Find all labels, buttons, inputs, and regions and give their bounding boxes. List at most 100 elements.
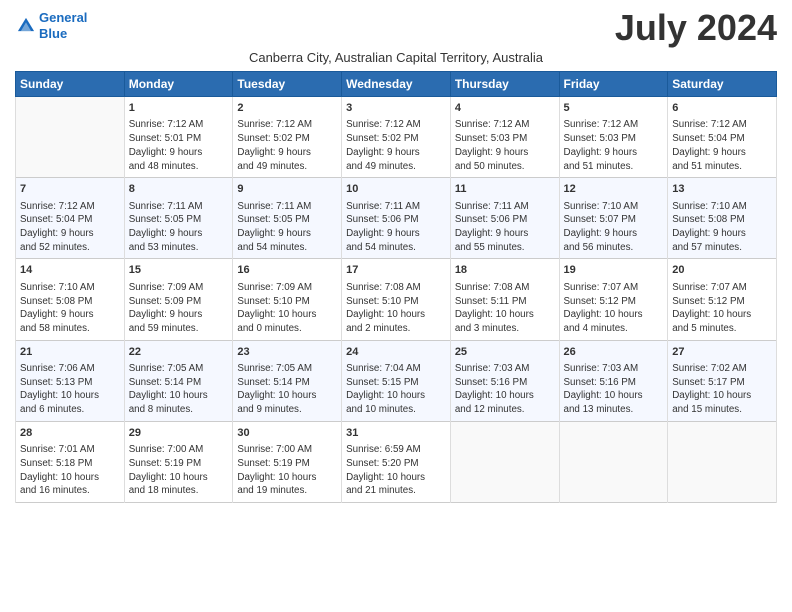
header-day-tuesday: Tuesday bbox=[233, 72, 342, 97]
week-row-3: 14 Sunrise: 7:10 AMSunset: 5:08 PMDayligh… bbox=[16, 259, 777, 340]
calendar-cell bbox=[559, 421, 668, 502]
logo-line1: General bbox=[39, 10, 87, 25]
day-number: 4 bbox=[455, 101, 555, 116]
day-info: Sunrise: 7:10 AMSunset: 5:08 PMDaylight:… bbox=[20, 281, 120, 336]
header-day-sunday: Sunday bbox=[16, 72, 125, 97]
day-number: 25 bbox=[455, 345, 555, 360]
subtitle: Canberra City, Australian Capital Territ… bbox=[15, 50, 777, 65]
page: General Blue July 2024 Canberra City, Au… bbox=[0, 0, 792, 513]
calendar-table: SundayMondayTuesdayWednesdayThursdayFrid… bbox=[15, 71, 777, 503]
week-row-2: 7Sunrise: 7:12 AMSunset: 5:04 PMDaylight… bbox=[16, 178, 777, 259]
day-number: 26 bbox=[564, 345, 664, 360]
day-info: Sunrise: 7:00 AMSunset: 5:19 PMDaylight:… bbox=[237, 443, 337, 498]
day-info: Sunrise: 7:05 AMSunset: 5:14 PMDaylight:… bbox=[129, 362, 229, 417]
week-row-1: 1 Sunrise: 7:12 AMSunset: 5:01 PMDaylight… bbox=[16, 97, 777, 178]
logo: General Blue bbox=[15, 10, 87, 41]
day-info: Sunrise: 7:07 AMSunset: 5:12 PMDaylight:… bbox=[672, 281, 772, 336]
calendar-cell: 17 Sunrise: 7:08 AMSunset: 5:10 PMDayligh… bbox=[342, 259, 451, 340]
day-info: Sunrise: 7:12 AMSunset: 5:04 PMDaylight:… bbox=[672, 118, 772, 173]
calendar-cell: 20 Sunrise: 7:07 AMSunset: 5:12 PMDayligh… bbox=[668, 259, 777, 340]
calendar-cell: 28Sunrise: 7:01 AMSunset: 5:18 PMDayligh… bbox=[16, 421, 125, 502]
calendar-cell: 3 Sunrise: 7:12 AMSunset: 5:02 PMDaylight… bbox=[342, 97, 451, 178]
day-info: Sunrise: 7:10 AMSunset: 5:08 PMDaylight:… bbox=[672, 200, 772, 255]
calendar-cell bbox=[16, 97, 125, 178]
day-number: 11 bbox=[455, 182, 555, 197]
day-number: 3 bbox=[346, 101, 446, 116]
day-number: 1 bbox=[129, 101, 229, 116]
calendar-cell: 15 Sunrise: 7:09 AMSunset: 5:09 PMDayligh… bbox=[124, 259, 233, 340]
calendar-cell: 2Sunrise: 7:12 AMSunset: 5:02 PMDaylight… bbox=[233, 97, 342, 178]
day-info: Sunrise: 7:10 AMSunset: 5:07 PMDaylight:… bbox=[564, 200, 664, 255]
week-row-4: 21 Sunrise: 7:06 AMSunset: 5:13 PMDayligh… bbox=[16, 340, 777, 421]
day-number: 8 bbox=[129, 182, 229, 197]
day-info: Sunrise: 7:04 AMSunset: 5:15 PMDaylight:… bbox=[346, 362, 446, 417]
calendar-header: SundayMondayTuesdayWednesdayThursdayFrid… bbox=[16, 72, 777, 97]
calendar-cell bbox=[668, 421, 777, 502]
day-info: Sunrise: 7:12 AMSunset: 5:01 PMDaylight:… bbox=[129, 118, 229, 173]
day-info: Sunrise: 7:12 AMSunset: 5:03 PMDaylight:… bbox=[564, 118, 664, 173]
calendar-cell: 10Sunrise: 7:11 AMSunset: 5:06 PMDayligh… bbox=[342, 178, 451, 259]
day-info: Sunrise: 7:05 AMSunset: 5:14 PMDaylight:… bbox=[237, 362, 337, 417]
calendar-cell: 26Sunrise: 7:03 AMSunset: 5:16 PMDayligh… bbox=[559, 340, 668, 421]
day-info: Sunrise: 7:12 AMSunset: 5:03 PMDaylight:… bbox=[455, 118, 555, 173]
calendar-cell: 4 Sunrise: 7:12 AMSunset: 5:03 PMDaylight… bbox=[450, 97, 559, 178]
week-row-5: 28Sunrise: 7:01 AMSunset: 5:18 PMDayligh… bbox=[16, 421, 777, 502]
day-number: 22 bbox=[129, 345, 229, 360]
day-number: 20 bbox=[672, 263, 772, 278]
day-number: 31 bbox=[346, 426, 446, 441]
day-info: Sunrise: 7:07 AMSunset: 5:12 PMDaylight:… bbox=[564, 281, 664, 336]
calendar-cell bbox=[450, 421, 559, 502]
day-number: 5 bbox=[564, 101, 664, 116]
header-day-saturday: Saturday bbox=[668, 72, 777, 97]
day-number: 21 bbox=[20, 345, 120, 360]
logo-line2: Blue bbox=[39, 26, 67, 41]
calendar-cell: 30 Sunrise: 7:00 AMSunset: 5:19 PMDayligh… bbox=[233, 421, 342, 502]
calendar-cell: 27Sunrise: 7:02 AMSunset: 5:17 PMDayligh… bbox=[668, 340, 777, 421]
day-info: Sunrise: 7:08 AMSunset: 5:10 PMDaylight:… bbox=[346, 281, 446, 336]
day-info: Sunrise: 7:09 AMSunset: 5:09 PMDaylight:… bbox=[129, 281, 229, 336]
calendar-cell: 7Sunrise: 7:12 AMSunset: 5:04 PMDaylight… bbox=[16, 178, 125, 259]
calendar-cell: 12Sunrise: 7:10 AMSunset: 5:07 PMDayligh… bbox=[559, 178, 668, 259]
day-info: Sunrise: 7:11 AMSunset: 5:06 PMDaylight:… bbox=[455, 200, 555, 255]
calendar-cell: 25Sunrise: 7:03 AMSunset: 5:16 PMDayligh… bbox=[450, 340, 559, 421]
month-title: July 2024 bbox=[615, 10, 777, 46]
day-number: 13 bbox=[672, 182, 772, 197]
calendar-cell: 22 Sunrise: 7:05 AMSunset: 5:14 PMDayligh… bbox=[124, 340, 233, 421]
calendar-cell: 9 Sunrise: 7:11 AMSunset: 5:05 PMDaylight… bbox=[233, 178, 342, 259]
calendar-cell: 31 Sunrise: 6:59 AMSunset: 5:20 PMDayligh… bbox=[342, 421, 451, 502]
day-info: Sunrise: 7:00 AMSunset: 5:19 PMDaylight:… bbox=[129, 443, 229, 498]
calendar-cell: 14 Sunrise: 7:10 AMSunset: 5:08 PMDayligh… bbox=[16, 259, 125, 340]
day-number: 6 bbox=[672, 101, 772, 116]
day-number: 2 bbox=[237, 101, 337, 116]
day-info: Sunrise: 7:11 AMSunset: 5:05 PMDaylight:… bbox=[237, 200, 337, 255]
calendar-cell: 11 Sunrise: 7:11 AMSunset: 5:06 PMDayligh… bbox=[450, 178, 559, 259]
day-info: Sunrise: 7:12 AMSunset: 5:04 PMDaylight:… bbox=[20, 200, 120, 255]
day-info: Sunrise: 7:06 AMSunset: 5:13 PMDaylight:… bbox=[20, 362, 120, 417]
title-block: July 2024 bbox=[615, 10, 777, 46]
day-number: 17 bbox=[346, 263, 446, 278]
calendar-cell: 18 Sunrise: 7:08 AMSunset: 5:11 PMDayligh… bbox=[450, 259, 559, 340]
calendar-cell: 21 Sunrise: 7:06 AMSunset: 5:13 PMDayligh… bbox=[16, 340, 125, 421]
day-number: 18 bbox=[455, 263, 555, 278]
day-number: 23 bbox=[237, 345, 337, 360]
day-number: 27 bbox=[672, 345, 772, 360]
calendar-cell: 29 Sunrise: 7:00 AMSunset: 5:19 PMDayligh… bbox=[124, 421, 233, 502]
calendar-cell: 19Sunrise: 7:07 AMSunset: 5:12 PMDayligh… bbox=[559, 259, 668, 340]
day-info: Sunrise: 7:09 AMSunset: 5:10 PMDaylight:… bbox=[237, 281, 337, 336]
day-info: Sunrise: 6:59 AMSunset: 5:20 PMDaylight:… bbox=[346, 443, 446, 498]
day-number: 30 bbox=[237, 426, 337, 441]
day-number: 29 bbox=[129, 426, 229, 441]
header-row: SundayMondayTuesdayWednesdayThursdayFrid… bbox=[16, 72, 777, 97]
calendar-cell: 6 Sunrise: 7:12 AMSunset: 5:04 PMDaylight… bbox=[668, 97, 777, 178]
day-number: 14 bbox=[20, 263, 120, 278]
day-info: Sunrise: 7:12 AMSunset: 5:02 PMDaylight:… bbox=[346, 118, 446, 173]
day-number: 15 bbox=[129, 263, 229, 278]
calendar-cell: 13 Sunrise: 7:10 AMSunset: 5:08 PMDayligh… bbox=[668, 178, 777, 259]
day-info: Sunrise: 7:08 AMSunset: 5:11 PMDaylight:… bbox=[455, 281, 555, 336]
calendar-cell: 24Sunrise: 7:04 AMSunset: 5:15 PMDayligh… bbox=[342, 340, 451, 421]
logo-text: General Blue bbox=[39, 10, 87, 41]
day-number: 9 bbox=[237, 182, 337, 197]
header-day-friday: Friday bbox=[559, 72, 668, 97]
day-info: Sunrise: 7:11 AMSunset: 5:06 PMDaylight:… bbox=[346, 200, 446, 255]
header-day-monday: Monday bbox=[124, 72, 233, 97]
